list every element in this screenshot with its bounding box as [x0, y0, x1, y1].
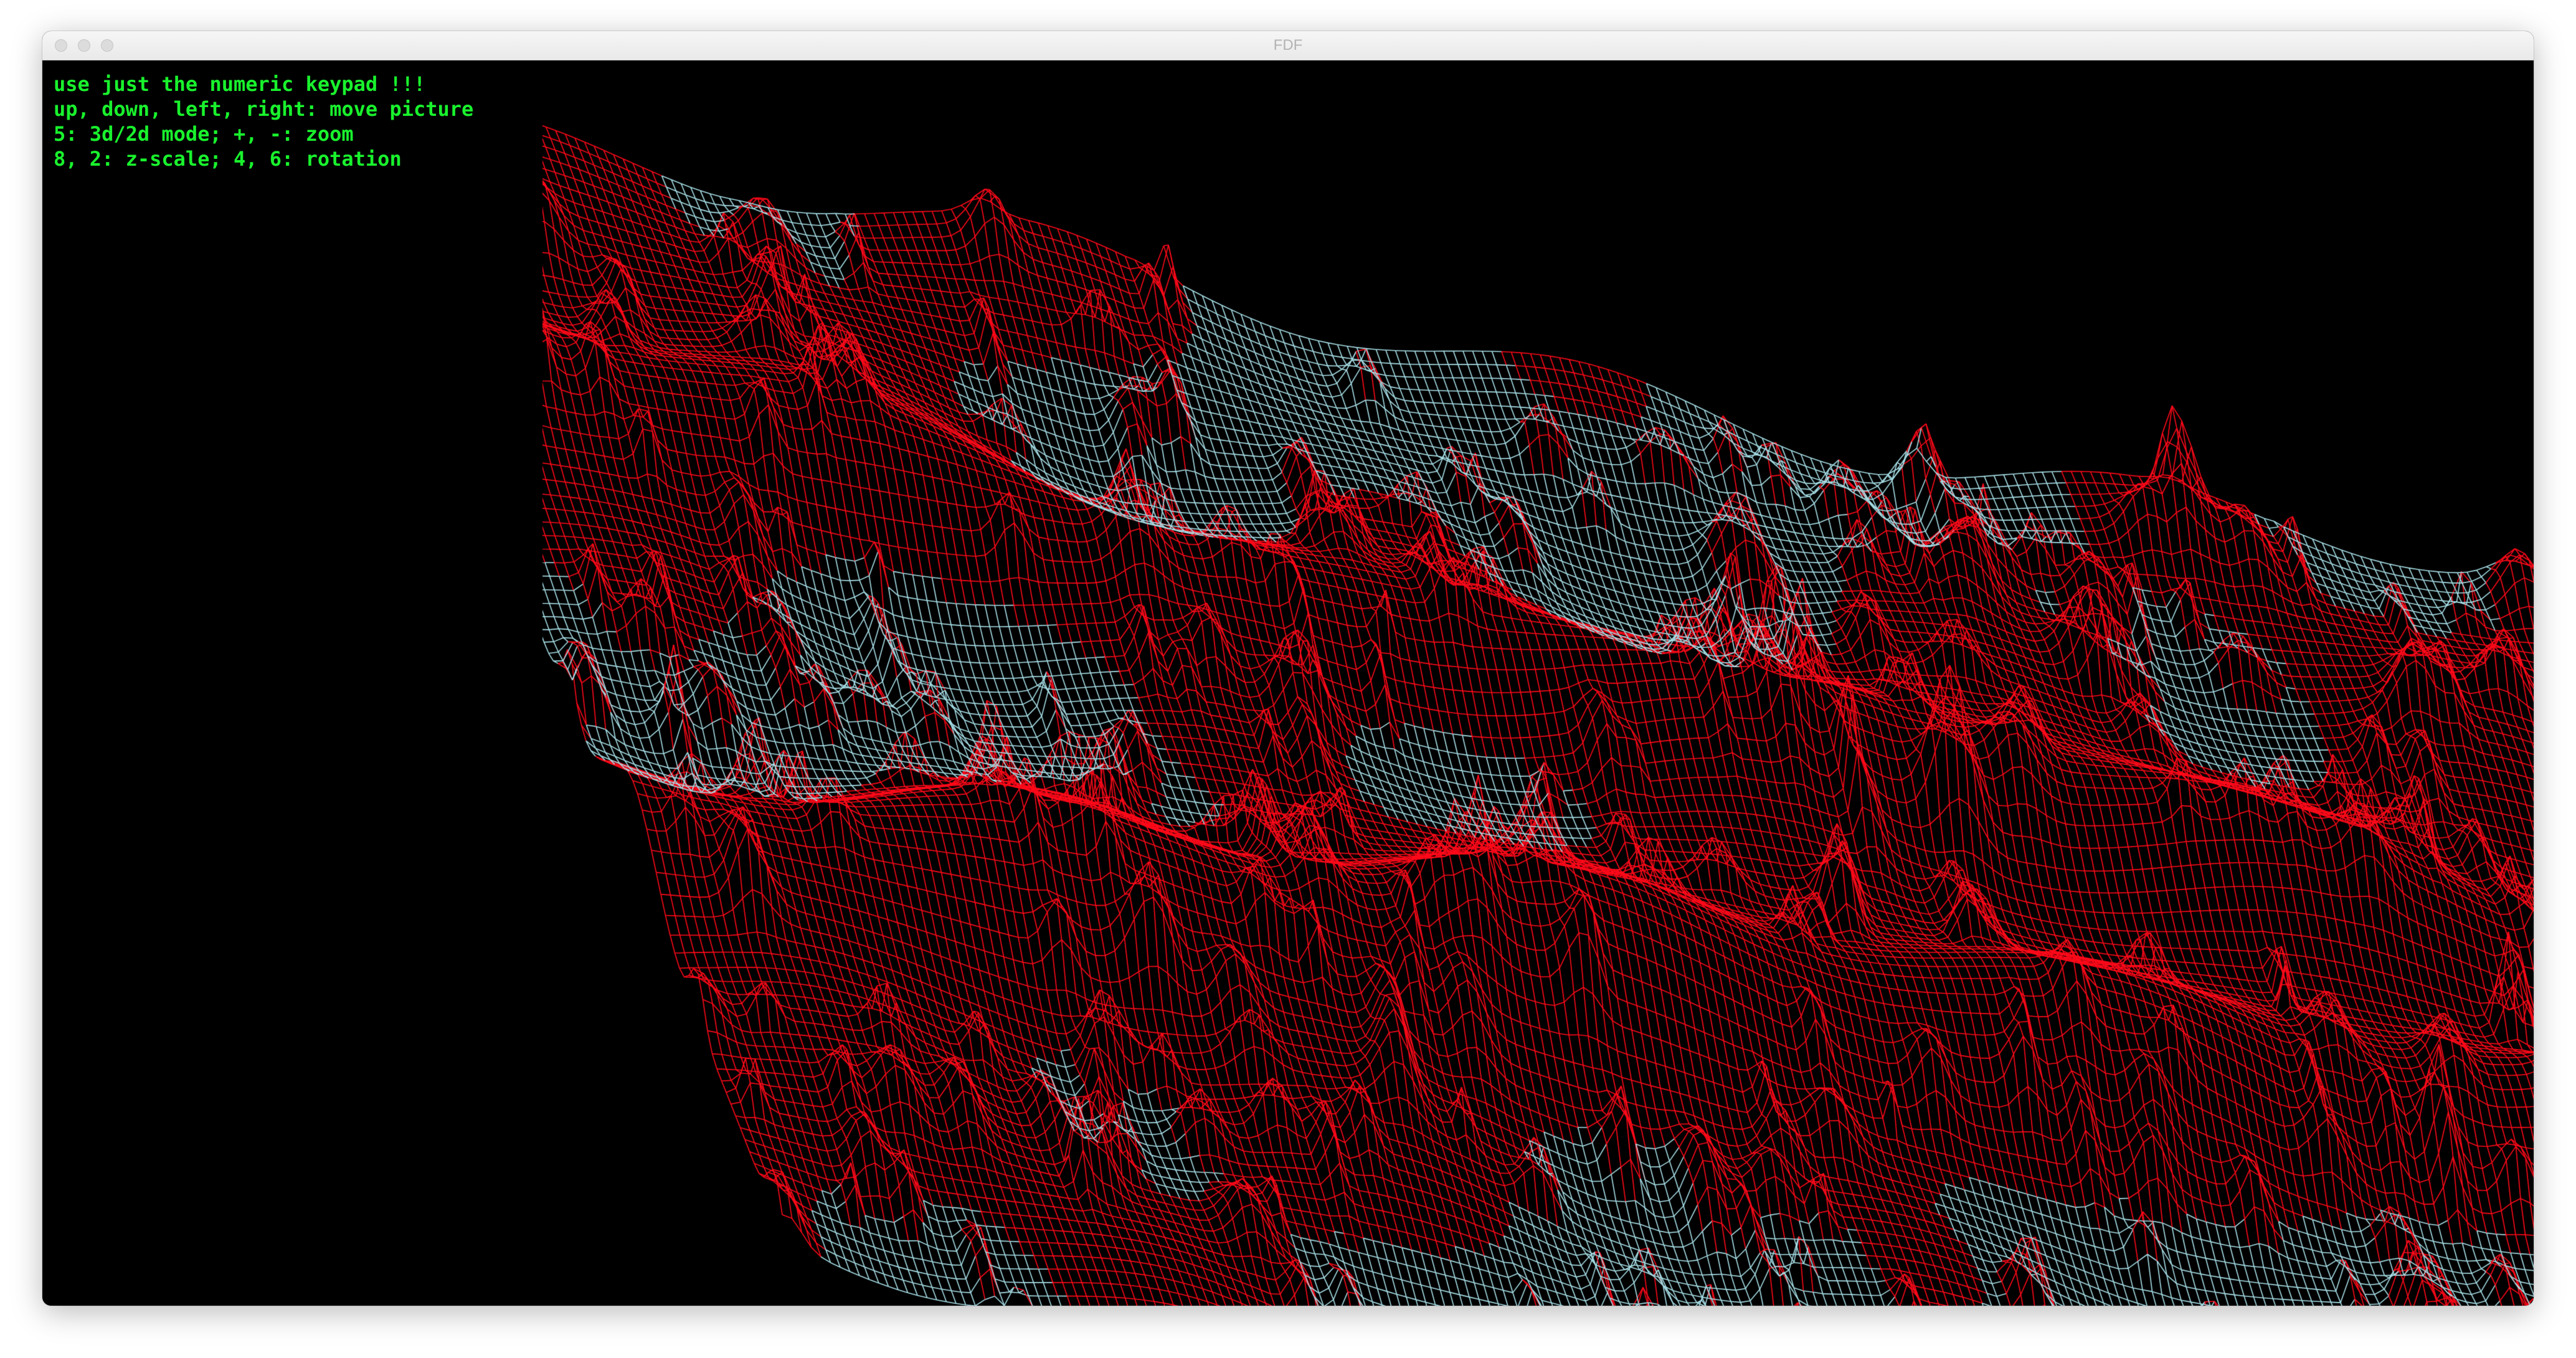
help-line-keypad: use just the numeric keypad !!!	[54, 72, 426, 96]
wireframe-terrain-canvas[interactable]	[542, 60, 2534, 1306]
help-line-move: up, down, left, right: move picture	[54, 97, 474, 121]
render-area[interactable]: use just the numeric keypad !!! up, down…	[42, 60, 2534, 1306]
title-bar[interactable]: FDF	[42, 31, 2534, 60]
window-title: FDF	[1273, 37, 1303, 54]
fdf-window: FDF use just the numeric keypad !!! up, …	[42, 31, 2534, 1306]
help-line-scale-rotation: 8, 2: z-scale; 4, 6: rotation	[54, 147, 402, 171]
help-overlay: use just the numeric keypad !!! up, down…	[54, 72, 473, 171]
help-line-mode-zoom: 5: 3d/2d mode; +, -: zoom	[54, 122, 354, 146]
